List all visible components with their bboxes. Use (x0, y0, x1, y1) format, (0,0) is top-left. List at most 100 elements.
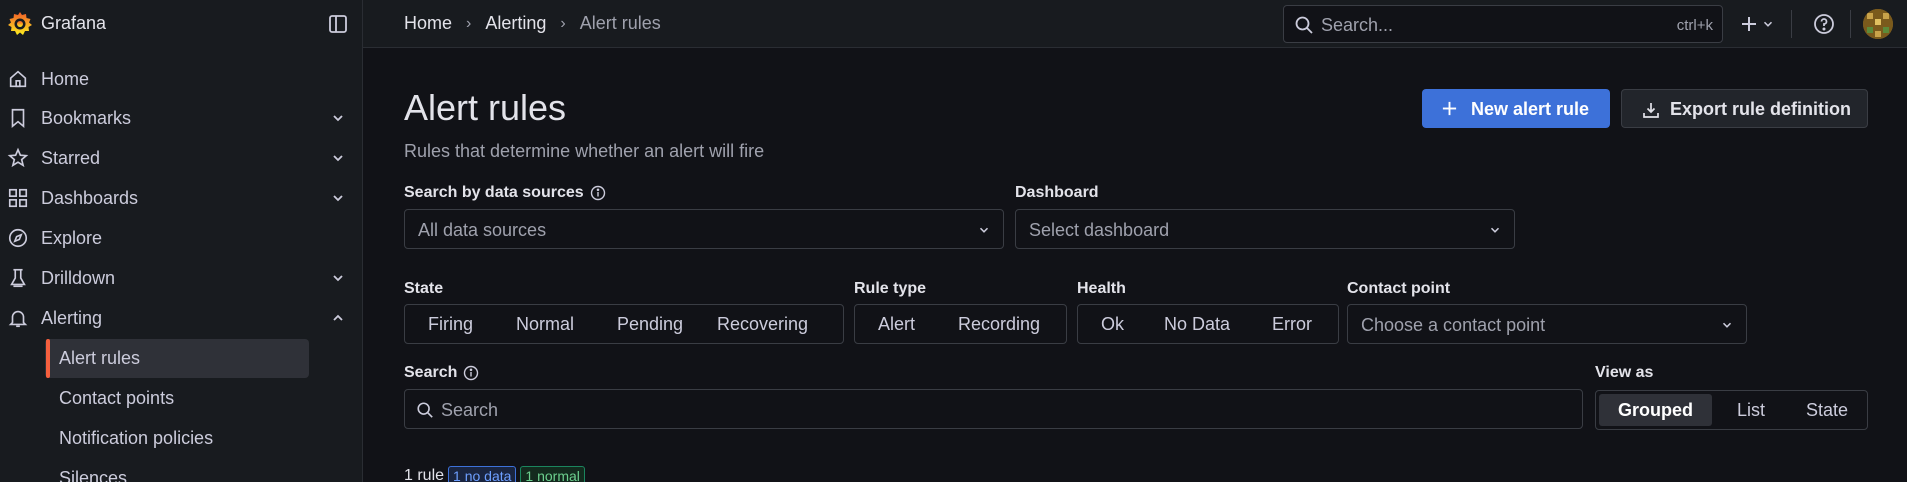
sidebar-item-label: Home (41, 68, 90, 89)
sidebar-item-bookmarks[interactable]: Bookmarks (0, 99, 363, 137)
sidebar-item-home[interactable]: Home (0, 60, 363, 98)
contact-point-select-value: Choose a contact point (1361, 315, 1546, 335)
rule-type-option-alert[interactable]: Alert (878, 314, 915, 335)
sidebar-item-drilldown[interactable]: Drilldown (0, 259, 363, 297)
dock-menu-icon[interactable] (326, 12, 350, 36)
view-option-list[interactable]: List (1714, 394, 1788, 426)
health-filter-label: Health (1077, 280, 1126, 298)
compass-icon (8, 228, 28, 248)
sidebar-subitem-alert-rules[interactable]: Alert rules (45, 339, 309, 378)
sidebar-item-label: Starred (41, 147, 101, 168)
apps-icon (8, 188, 28, 208)
sidebar-subitem-contact-points[interactable]: Contact points (45, 379, 309, 418)
main-content: Alert rules Rules that determine whether… (363, 49, 1907, 482)
rule-type-option-recording[interactable]: Recording (958, 314, 1040, 335)
grafana-logo-icon (8, 12, 32, 35)
breadcrumb-separator-icon: › (560, 14, 566, 32)
breadcrumb: Home › Alerting › Alert rules (404, 13, 661, 34)
info-icon[interactable] (590, 185, 606, 201)
topbar: Home › Alerting › Alert rules Search... … (363, 0, 1907, 48)
health-filter-group: Ok No Data Error (1077, 304, 1339, 344)
view-as-group: Grouped List State (1595, 390, 1868, 430)
sidebar-subitem-notification-policies[interactable]: Notification policies (45, 419, 309, 458)
user-avatar[interactable] (1863, 9, 1893, 39)
dashboard-select[interactable]: Select dashboard (1015, 209, 1515, 249)
bookmark-icon (11, 108, 25, 129)
contact-point-filter-label: Contact point (1347, 280, 1450, 298)
info-icon[interactable] (463, 365, 479, 381)
help-icon[interactable] (1812, 12, 1836, 36)
view-as-label-text: View as (1595, 364, 1654, 381)
breadcrumb-separator-icon: › (466, 14, 472, 32)
sidebar-subitem-label: Contact points (59, 388, 175, 408)
chevron-down-icon[interactable] (330, 150, 346, 166)
state-option-normal[interactable]: Normal (516, 314, 574, 335)
page-title: Alert rules (404, 87, 567, 128)
breadcrumb-current: Alert rules (579, 13, 661, 33)
sidebar-subitem-label: Silences (59, 468, 128, 482)
view-option-grouped[interactable]: Grouped (1599, 394, 1712, 426)
bell-icon (8, 310, 28, 328)
view-option-state[interactable]: State (1790, 394, 1864, 426)
contact-point-select[interactable]: Choose a contact point (1347, 304, 1747, 344)
chevron-down-icon (1722, 322, 1732, 328)
contact-point-filter-label-text: Contact point (1347, 280, 1451, 297)
sidebar: Grafana Home Bookmarks Starred Dashboard… (0, 0, 363, 482)
global-search-placeholder: Search... (1321, 15, 1394, 35)
chevron-up-icon[interactable] (330, 310, 346, 326)
datasource-filter-label-text: Search by data sources (404, 184, 584, 201)
sidebar-subitem-silences[interactable]: Silences (45, 459, 309, 482)
dashboard-filter-label: Dashboard (1015, 184, 1099, 202)
health-option-no-data[interactable]: No Data (1164, 314, 1230, 335)
chevron-down-icon (1490, 227, 1500, 233)
breadcrumb-home[interactable]: Home (404, 13, 452, 34)
drilldown-icon (10, 268, 26, 288)
new-alert-rule-button[interactable]: New alert rule (1422, 89, 1610, 128)
plus-icon (1442, 101, 1457, 116)
chevron-down-icon[interactable] (330, 270, 346, 286)
search-shortcut-hint: ctrl+k (1676, 17, 1713, 34)
sidebar-subitem-label: Notification policies (59, 428, 214, 448)
search-filter-label: Search (404, 364, 479, 382)
health-option-ok[interactable]: Ok (1101, 314, 1124, 335)
chevron-down-icon[interactable] (330, 110, 346, 126)
rule-type-filter-label: Rule type (854, 280, 926, 298)
add-new-button[interactable] (1739, 12, 1779, 36)
state-option-pending[interactable]: Pending (617, 314, 683, 335)
rule-search-placeholder: Search (441, 400, 499, 420)
export-rule-definition-label: Export rule definition (1670, 99, 1852, 119)
sidebar-item-alerting[interactable]: Alerting (0, 299, 363, 337)
dashboard-select-value: Select dashboard (1029, 220, 1170, 240)
home-icon (9, 70, 27, 88)
state-filter-label-text: State (404, 280, 444, 297)
datasource-filter-label: Search by data sources (404, 184, 606, 202)
datasource-select[interactable]: All data sources (404, 209, 1004, 249)
state-filter-group: Firing Normal Pending Recovering (404, 304, 844, 344)
export-rule-definition-button[interactable]: Export rule definition (1621, 89, 1868, 128)
page-subtitle: Rules that determine whether an alert wi… (404, 141, 765, 161)
datasource-select-value: All data sources (418, 220, 547, 240)
global-search-input[interactable]: Search... ctrl+k (1283, 5, 1723, 43)
sidebar-item-starred[interactable]: Starred (0, 139, 363, 177)
download-icon (1643, 103, 1659, 118)
rule-search-input[interactable]: Search (404, 389, 1583, 429)
search-icon (1295, 16, 1313, 34)
health-option-error[interactable]: Error (1272, 314, 1312, 335)
brand[interactable]: Grafana (0, 0, 363, 48)
rules-summary: 1 rule 1 no data 1 normal (404, 466, 585, 482)
chevron-down-icon[interactable] (330, 190, 346, 206)
sidebar-item-dashboards[interactable]: Dashboards (0, 179, 363, 217)
no-data-badge: 1 no data (448, 466, 517, 482)
plus-icon (1742, 17, 1756, 31)
sidebar-item-label: Alerting (41, 307, 103, 328)
health-filter-label-text: Health (1077, 280, 1126, 297)
state-option-firing[interactable]: Firing (428, 314, 473, 335)
topbar-divider (1850, 10, 1851, 38)
breadcrumb-alerting[interactable]: Alerting (485, 13, 546, 34)
normal-badge: 1 normal (520, 466, 585, 482)
state-option-recovering[interactable]: Recovering (717, 314, 808, 335)
avatar-icon (1863, 9, 1893, 39)
sidebar-item-label: Bookmarks (41, 107, 132, 128)
rule-count: 1 rule (404, 467, 445, 482)
sidebar-item-explore[interactable]: Explore (0, 219, 363, 257)
